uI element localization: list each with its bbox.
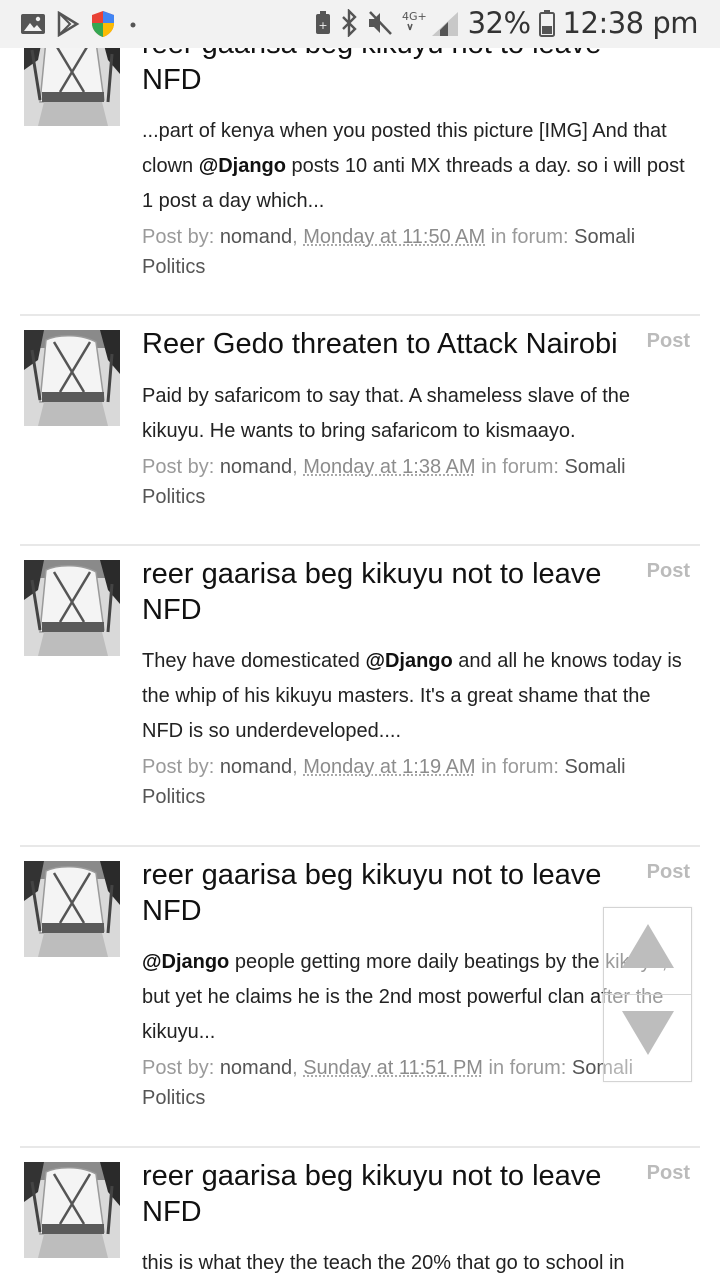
mute-icon bbox=[366, 9, 394, 37]
meta-separator: , bbox=[292, 226, 304, 248]
scroll-down-button[interactable] bbox=[604, 995, 691, 1081]
snippet-text: this is what they the teach the 20% that… bbox=[142, 1252, 625, 1274]
play-store-icon bbox=[56, 11, 80, 37]
post-snippet: They have domesticated @Django and all h… bbox=[142, 644, 692, 749]
username-link[interactable]: nomand bbox=[220, 226, 292, 248]
post-meta: Post by: nomand, Monday at 1:19 AM in fo… bbox=[142, 752, 692, 812]
bluetooth-icon bbox=[340, 9, 358, 37]
post-title[interactable]: reer gaarisa beg kikuyu not to leave NFD bbox=[142, 556, 632, 628]
triangle-up-icon bbox=[621, 924, 674, 968]
meta-label: in forum: bbox=[482, 1057, 572, 1079]
post-meta: Post by: nomand, Monday at 1:38 AM in fo… bbox=[142, 452, 692, 512]
divider bbox=[20, 544, 700, 546]
username-link[interactable]: nomand bbox=[220, 756, 292, 778]
snippet-text: They have domesticated bbox=[142, 650, 366, 672]
meta-separator: , bbox=[292, 456, 304, 478]
divider bbox=[20, 314, 700, 316]
post-snippet: ...part of kenya when you posted this pi… bbox=[142, 114, 692, 219]
divider bbox=[20, 1146, 700, 1148]
signal-icon: 4G+ bbox=[402, 8, 460, 38]
mention-link[interactable]: @Django bbox=[142, 951, 229, 973]
post-time[interactable]: Monday at 11:50 AM bbox=[303, 226, 485, 248]
meta-separator: , bbox=[292, 1057, 304, 1079]
avatar[interactable] bbox=[24, 861, 120, 957]
avatar[interactable] bbox=[24, 1162, 120, 1258]
scroll-up-button[interactable] bbox=[604, 908, 691, 995]
svg-text:+: + bbox=[318, 19, 327, 32]
post-tag: Post bbox=[646, 560, 690, 582]
username-link[interactable]: nomand bbox=[220, 456, 292, 478]
post-snippet: Paid by safaricom to say that. A shamele… bbox=[142, 379, 692, 449]
meta-label: Post by: bbox=[142, 756, 220, 778]
post-time[interactable]: Monday at 1:38 AM bbox=[303, 456, 475, 478]
battery-percent: 32% bbox=[467, 6, 531, 40]
post-title[interactable]: reer gaarisa beg kikuyu not to leave NFD bbox=[142, 1158, 632, 1230]
shield-icon bbox=[90, 10, 116, 38]
post-tag: Post bbox=[646, 1162, 690, 1184]
meta-label: Post by: bbox=[142, 226, 220, 248]
post-title[interactable]: Reer Gedo threaten to Attack Nairobi bbox=[142, 326, 632, 362]
post-snippet: this is what they the teach the 20% that… bbox=[142, 1246, 692, 1280]
dot-icon bbox=[126, 12, 140, 36]
network-label: 4G+ bbox=[402, 10, 427, 23]
status-bar: + 4G+ 32% 12:38 pm bbox=[0, 0, 720, 48]
post-time[interactable]: Sunday at 11:51 PM bbox=[303, 1057, 483, 1079]
post-title[interactable]: reer gaarisa beg kikuyu not to leave NFD bbox=[142, 857, 632, 929]
meta-separator: , bbox=[292, 756, 304, 778]
scroll-controls bbox=[603, 907, 692, 1082]
avatar[interactable] bbox=[24, 560, 120, 656]
divider bbox=[20, 845, 700, 847]
battery-saver-icon: + bbox=[314, 10, 332, 36]
post-tag: Post bbox=[646, 330, 690, 352]
meta-label: Post by: bbox=[142, 456, 220, 478]
meta-label: in forum: bbox=[475, 456, 565, 478]
battery-icon bbox=[538, 9, 555, 37]
post-tag: Post bbox=[646, 861, 690, 883]
post-time[interactable]: Monday at 1:19 AM bbox=[303, 756, 475, 778]
meta-label: in forum: bbox=[485, 226, 575, 248]
clock: 12:38 pm bbox=[562, 6, 699, 40]
avatar[interactable] bbox=[24, 330, 120, 426]
mention-link[interactable]: @Django bbox=[199, 155, 286, 177]
triangle-down-icon bbox=[621, 1011, 674, 1055]
meta-label: Post by: bbox=[142, 1057, 220, 1079]
image-icon bbox=[20, 12, 46, 36]
username-link[interactable]: nomand bbox=[220, 1057, 292, 1079]
meta-label: in forum: bbox=[475, 756, 565, 778]
post-meta: Post by: nomand, Monday at 11:50 AM in f… bbox=[142, 222, 692, 282]
snippet-text: Paid by safaricom to say that. A shamele… bbox=[142, 385, 631, 442]
mention-link[interactable]: @Django bbox=[365, 650, 452, 672]
